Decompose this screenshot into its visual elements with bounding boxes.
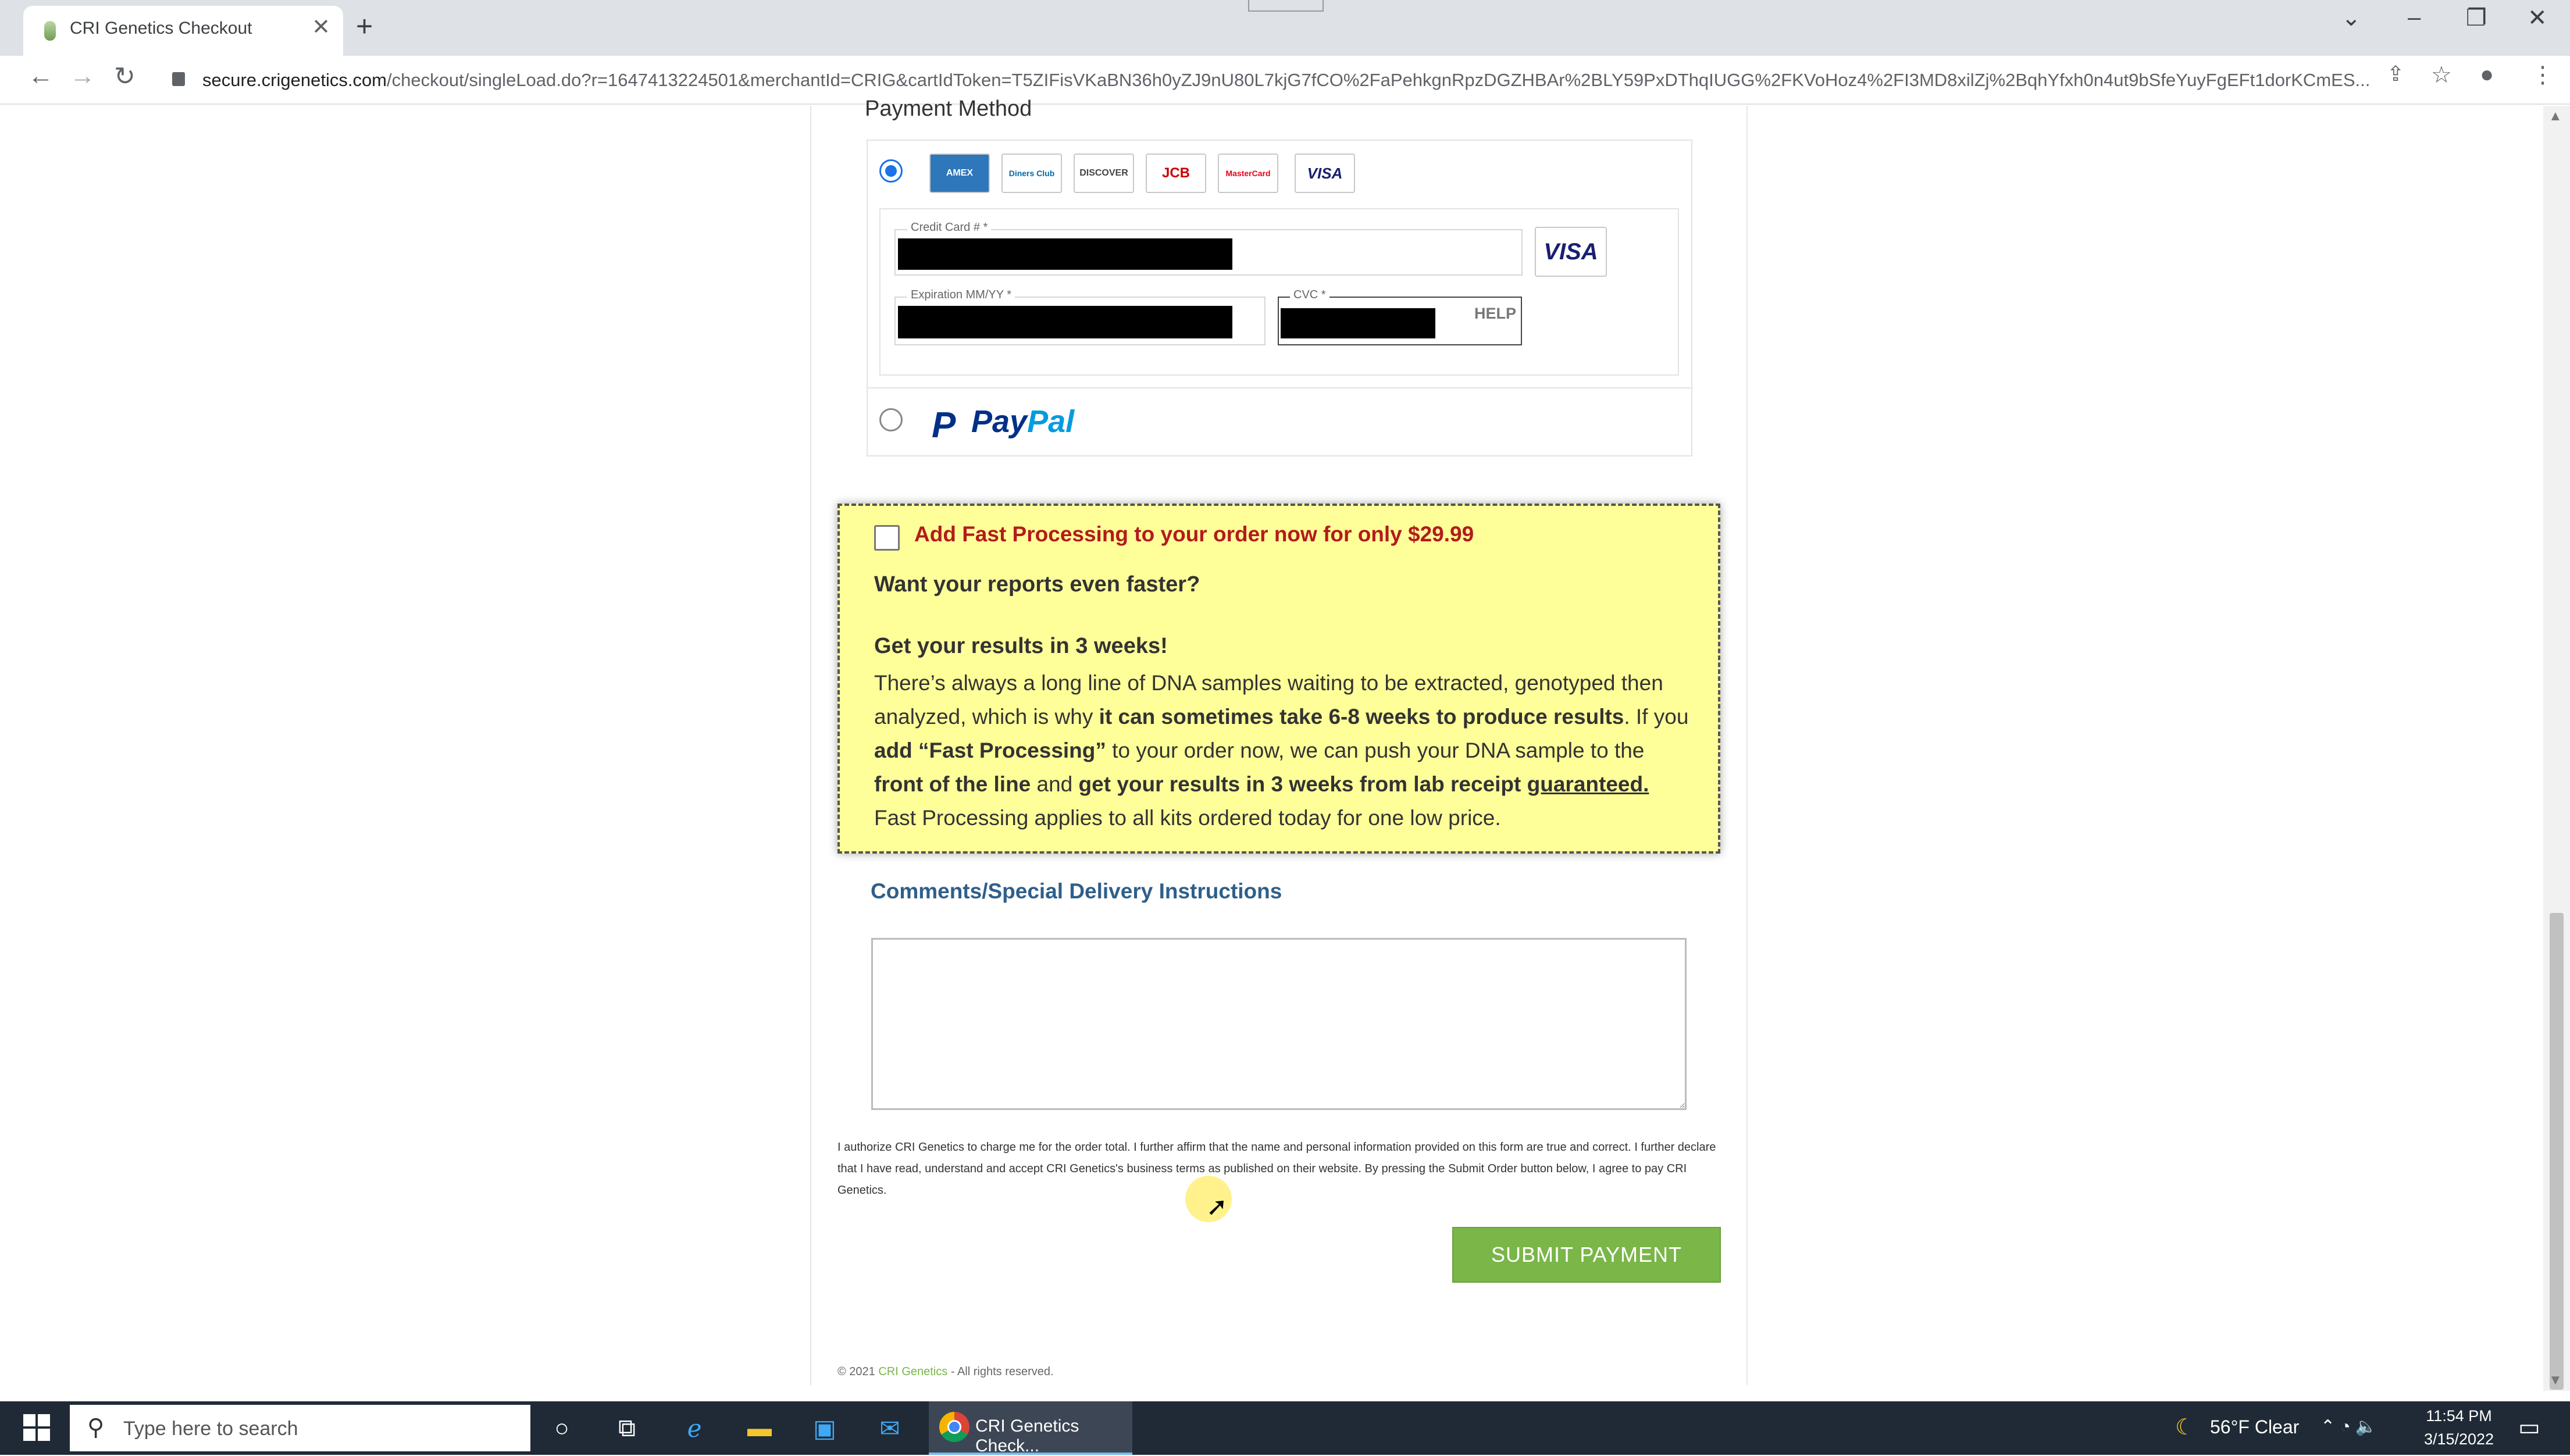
mail-icon[interactable]: ✉: [872, 1411, 907, 1446]
promo-body-emphasis: front of the line: [874, 772, 1031, 796]
jcb-card-icon: JCB: [1146, 154, 1206, 193]
promo-body-text: to your order now, we can push your DNA …: [1106, 738, 1645, 762]
submit-payment-button[interactable]: SUBMIT PAYMENT: [1452, 1227, 1721, 1283]
promo-guaranteed: guaranteed.: [1527, 772, 1649, 796]
credit-card-radio[interactable]: [879, 159, 903, 183]
url-path: /checkout/singleLoad.do?r=1647413224501&…: [387, 70, 2371, 90]
url-host: secure.crigenetics.com: [202, 70, 387, 90]
footer-brand-link[interactable]: CRI Genetics: [878, 1365, 947, 1378]
chrome-icon: [939, 1412, 969, 1442]
discover-card-icon: DISCOVER: [1074, 154, 1134, 193]
new-tab-button[interactable]: +: [356, 9, 373, 43]
footer-copyright: © 2021: [837, 1365, 879, 1378]
fast-processing-offer[interactable]: Add Fast Processing to your order now fo…: [914, 522, 1474, 547]
mastercard-card-icon: MasterCard: [1218, 154, 1278, 193]
expiration-redacted: [898, 306, 1232, 338]
payment-method-title: Payment Method: [865, 97, 1032, 121]
browser-tab[interactable]: CRI Genetics Checkout ✕: [23, 6, 343, 56]
tab-title: CRI Genetics Checkout: [70, 19, 252, 38]
amex-card-icon: AMEX: [929, 154, 990, 193]
promo-body-emphasis: it can sometimes take 6-8 weeks to produ…: [1099, 705, 1624, 729]
authorization-text: I authorize CRI Genetics to charge me fo…: [837, 1141, 1716, 1197]
back-icon[interactable]: ←: [28, 62, 54, 91]
address-bar[interactable]: secure.crigenetics.com/checkout/singleLo…: [202, 64, 2407, 97]
forward-icon[interactable]: →: [70, 62, 95, 91]
expiration-label: Expiration MM/YY *: [907, 288, 1015, 302]
fast-processing-checkbox[interactable]: [874, 525, 900, 551]
promo-question: Want your reports even faster?: [874, 572, 1200, 597]
store-icon[interactable]: ▣: [807, 1411, 842, 1446]
lock-icon[interactable]: [172, 72, 185, 86]
taskbar-search-box[interactable]: ⚲ Type here to search: [70, 1405, 530, 1451]
promo-body-emphasis: get your results in 3 weeks from lab rec…: [1078, 772, 1521, 796]
weather-text[interactable]: 56°F Clear: [2210, 1416, 2299, 1438]
paypal-radio[interactable]: [879, 408, 903, 431]
clock-time[interactable]: 11:54 PM: [2424, 1407, 2494, 1425]
paypal-logo[interactable]: PayPal: [971, 404, 1074, 440]
cvc-label: CVC *: [1290, 288, 1329, 302]
visa-card-icon: VISA: [1295, 154, 1355, 193]
minimize-icon[interactable]: –: [2408, 5, 2421, 31]
promo-headline: Get your results in 3 weeks!: [874, 634, 1168, 658]
share-icon[interactable]: ⇪: [2387, 62, 2404, 86]
comments-textarea[interactable]: [871, 938, 1687, 1110]
chrome-taskbar-label: CRI Genetics Check...: [975, 1416, 1079, 1455]
task-view-icon[interactable]: ⧉: [609, 1411, 644, 1446]
comments-title: Comments/Special Delivery Instructions: [871, 879, 1282, 903]
promo-body-text: and: [1031, 772, 1079, 796]
windows-start-icon[interactable]: [23, 1414, 51, 1442]
bookmark-star-icon[interactable]: ☆: [2431, 62, 2452, 88]
cvc-redacted: [1281, 308, 1435, 338]
promo-body: There’s always a long line of DNA sample…: [874, 666, 1694, 835]
reload-icon[interactable]: ↻: [114, 62, 136, 91]
scroll-up-icon[interactable]: ▲: [2548, 108, 2562, 124]
mouse-cursor-icon: ➚: [1206, 1193, 1228, 1221]
system-tray-icons[interactable]: ⌃ ◔ 🔈: [2321, 1416, 2377, 1437]
file-explorer-icon[interactable]: ▬: [742, 1411, 777, 1446]
tab-close-icon[interactable]: ✕: [312, 14, 330, 40]
page-footer: © 2021 CRI Genetics - All rights reserve…: [837, 1365, 1054, 1379]
promo-body-emphasis: add “Fast Processing”: [874, 738, 1106, 762]
notification-icon[interactable]: ▭: [2518, 1414, 2540, 1441]
credit-card-number-label: Credit Card # *: [907, 221, 992, 234]
profile-icon[interactable]: ●: [2480, 62, 2494, 88]
tab-search-icon[interactable]: ⌄: [2341, 5, 2361, 31]
menu-kebab-icon[interactable]: ⋮: [2531, 62, 2554, 88]
paypal-pal-text: Pal: [1027, 404, 1075, 439]
diners-club-card-icon: Diners Club: [1001, 154, 1062, 193]
cvc-help-link[interactable]: HELP: [1474, 305, 1516, 323]
window-close-icon[interactable]: ✕: [2528, 5, 2547, 31]
payment-divider: [867, 387, 1692, 388]
favicon-icon: [44, 21, 56, 41]
scrollbar-thumb[interactable]: [2550, 913, 2564, 1390]
footer-rights: - All rights reserved.: [947, 1365, 1054, 1378]
window-drag-handle[interactable]: [1248, 0, 1324, 12]
clock-date[interactable]: 3/15/2022: [2418, 1430, 2500, 1448]
edge-icon[interactable]: ℯ: [677, 1411, 712, 1446]
detected-card-brand-icon: VISA: [1535, 227, 1607, 277]
search-icon: ⚲: [87, 1415, 105, 1440]
weather-moon-icon[interactable]: ☾: [2175, 1414, 2195, 1440]
scroll-down-icon[interactable]: ▼: [2548, 1372, 2562, 1389]
restore-icon[interactable]: ❐: [2466, 5, 2487, 31]
taskbar-search-placeholder: Type here to search: [123, 1418, 298, 1440]
paypal-pay-text: Pay: [971, 404, 1028, 439]
paypal-p-icon: P: [932, 405, 956, 445]
promo-body-text: Fast Processing applies to all kits orde…: [874, 806, 1501, 830]
chrome-taskbar-button[interactable]: CRI Genetics Check...: [929, 1401, 1132, 1455]
credit-card-number-redacted: [898, 238, 1232, 270]
cortana-icon[interactable]: ○: [544, 1411, 579, 1446]
promo-body-text: . If you: [1624, 705, 1689, 729]
